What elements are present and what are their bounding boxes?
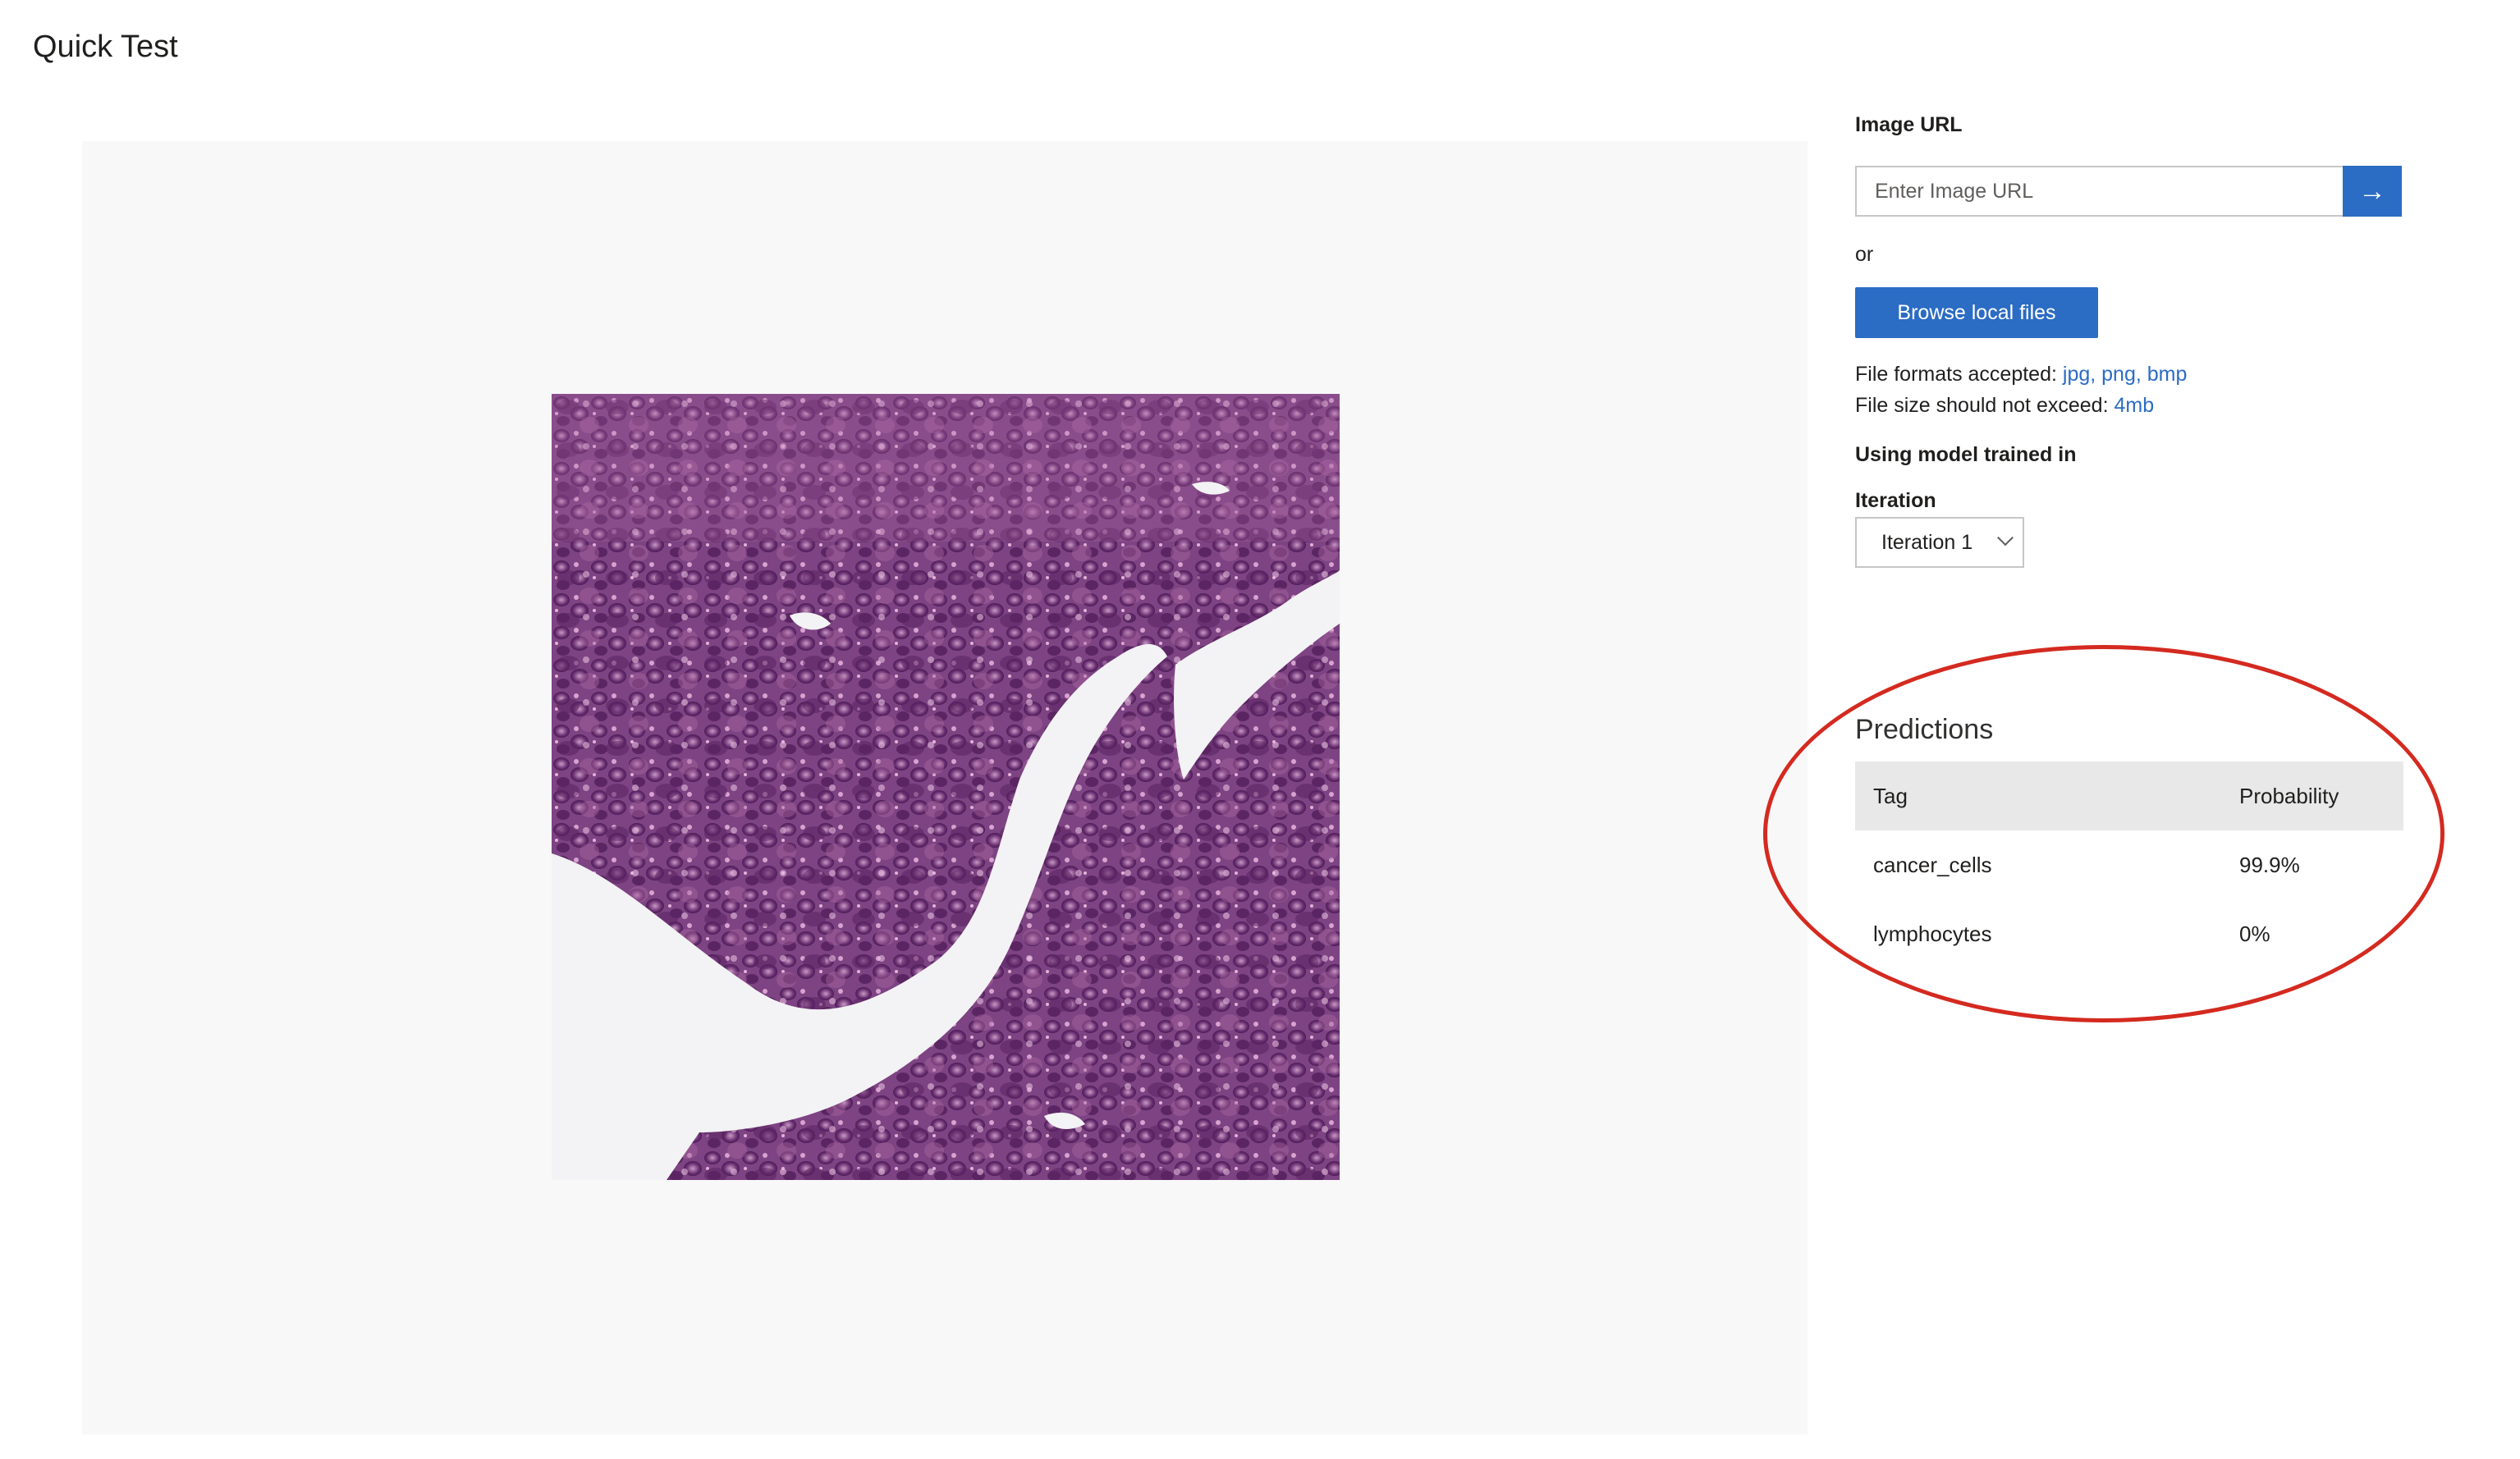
prediction-tag: lymphocytes: [1873, 921, 1992, 946]
table-row: lymphocytes 0%: [1855, 899, 2403, 968]
browse-local-files-button[interactable]: Browse local files: [1855, 287, 2098, 338]
iteration-label: Iteration: [1855, 489, 1936, 512]
or-text: or: [1855, 243, 1874, 266]
iteration-selected-value: Iteration 1: [1881, 530, 1973, 554]
file-formats-value: jpg, png, bmp: [2062, 363, 2188, 386]
prediction-probability: 0%: [2239, 921, 2270, 946]
arrow-right-icon: →: [2358, 175, 2386, 207]
image-preview-panel: [82, 141, 1808, 1434]
histology-image: [552, 394, 1340, 1180]
prediction-probability: 99.9%: [2239, 852, 2300, 877]
iteration-select[interactable]: Iteration 1: [1855, 517, 2024, 568]
predictions-table: Tag Probability cancer_cells 99.9% lymph…: [1855, 762, 2403, 968]
column-header-tag: Tag: [1873, 783, 1908, 808]
preview-image: [552, 394, 1340, 1180]
submit-url-button[interactable]: →: [2343, 166, 2402, 217]
image-url-input[interactable]: [1855, 166, 2343, 217]
page-title: Quick Test: [33, 30, 178, 64]
file-size-value: 4mb: [2114, 394, 2155, 417]
table-row: cancer_cells 99.9%: [1855, 830, 2403, 899]
predictions-title: Predictions: [1855, 714, 1994, 745]
predictions-header-row: Tag Probability: [1855, 762, 2403, 830]
file-size-prefix: File size should not exceed:: [1855, 394, 2115, 417]
file-formats-info: File formats accepted: jpg, png, bmp: [1855, 363, 2187, 386]
file-formats-prefix: File formats accepted:: [1855, 363, 2063, 386]
file-size-info: File size should not exceed: 4mb: [1855, 394, 2154, 418]
model-label: Using model trained in: [1855, 443, 2077, 466]
image-url-label: Image URL: [1855, 113, 1963, 136]
prediction-tag: cancer_cells: [1873, 852, 1992, 877]
column-header-probability: Probability: [2239, 783, 2339, 808]
image-url-row: →: [1855, 166, 2402, 217]
chevron-down-icon: [1997, 529, 2014, 547]
